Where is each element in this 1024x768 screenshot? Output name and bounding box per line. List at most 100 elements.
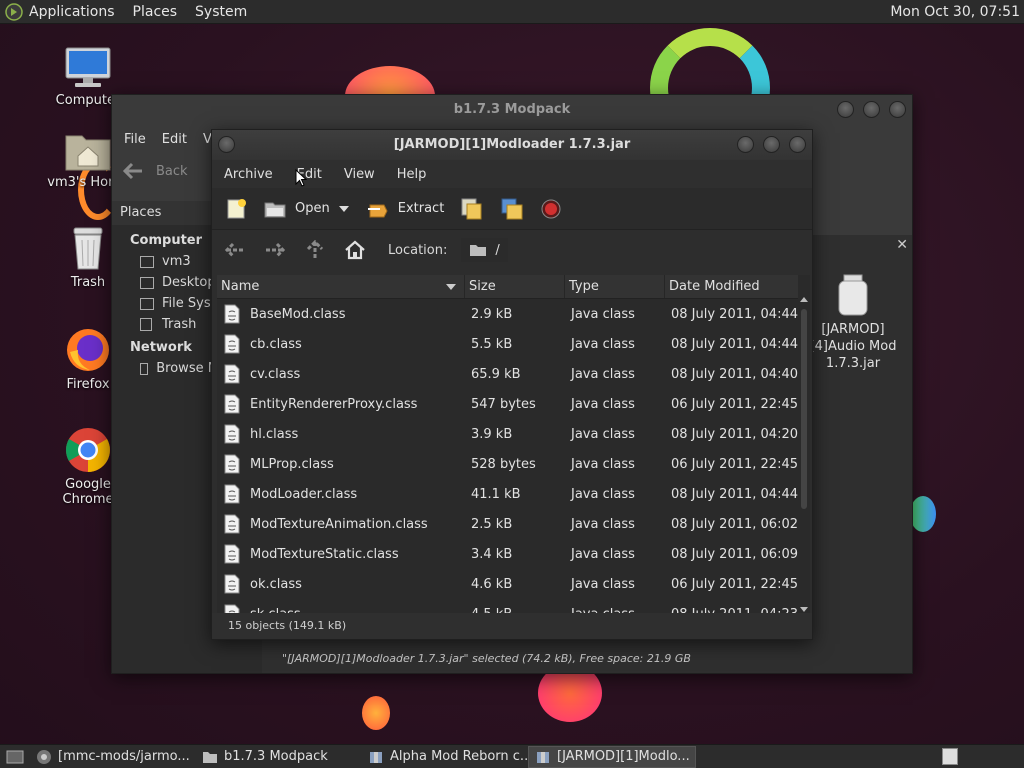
table-row[interactable]: ModTextureStatic.class 3.4 kB Java class 08… [217,539,803,569]
menu-places[interactable]: Places [124,0,187,24]
task-label: b1.7.3 Modpack [224,749,328,764]
file-date-cell: 06 July 2011, 22:45 [671,456,798,472]
location-label: Location: [388,242,448,258]
open-dropdown-button[interactable] [333,192,355,226]
table-row[interactable]: ModLoader.class 41.1 kB Java class 08 July … [217,479,803,509]
archive-toolbar: Open Extract [212,188,812,230]
table-row[interactable]: ok.class 4.6 kB Java class 06 July 2011, 22… [217,569,803,599]
file-type-cell: Java class [571,396,635,412]
home-icon [345,240,365,260]
file-date-cell: 08 July 2011, 04:20 [671,426,798,442]
menu-archive[interactable]: Archive [216,167,281,182]
file-name: ModTextureStatic.class [250,546,399,562]
clock[interactable]: Mon Oct 30, 07:51 [890,0,1020,24]
maximize-button[interactable] [763,136,780,153]
arrow-left-icon [224,242,244,258]
table-row[interactable]: cb.class 5.5 kB Java class 08 July 2011, 04… [217,329,803,359]
show-desktop-button[interactable] [0,746,30,768]
back-button[interactable]: Back [156,164,188,179]
archive-titlebar[interactable]: [JARMOD][1]Modloader 1.7.3.jar [212,130,812,160]
column-label: Size [469,279,496,294]
close-button[interactable] [889,101,906,118]
location-field[interactable]: / [461,238,508,262]
table-row[interactable]: MLProp.class 528 bytes Java class 06 July 2… [217,449,803,479]
archive-manager-window[interactable]: [JARMOD][1]Modloader 1.7.3.jar Archive E… [211,129,813,640]
file-type-cell: Java class [571,306,635,322]
file-date-cell: 06 July 2011, 22:45 [671,396,798,412]
file-manager-titlebar[interactable]: b1.7.3 Modpack [112,95,912,125]
menu-file[interactable]: File [116,132,154,147]
menu-help[interactable]: Help [389,167,435,182]
column-header-type[interactable]: Type [565,275,665,298]
scroll-down-icon[interactable] [800,607,808,612]
table-row[interactable]: BaseMod.class 2.9 kB Java class 08 July 201… [217,299,803,329]
java-class-file-icon [224,454,240,474]
chevron-down-icon [338,205,349,212]
vertical-scrollbar[interactable] [798,275,810,615]
file-date-cell: 08 July 2011, 04:40 [671,366,798,382]
scrollbar-thumb[interactable] [801,309,807,509]
file-name-cell: ModLoader.class [217,484,465,504]
extract-button[interactable]: Extract [361,192,450,226]
add-files-icon [461,198,482,219]
workspace-switcher[interactable] [942,748,958,765]
file-type-cell: Java class [571,576,635,592]
distro-logo-icon[interactable] [5,2,23,21]
forward-nav-button[interactable] [262,237,288,263]
task-chrome[interactable]: [mmc-mods/jarmo... [30,746,196,768]
menu-view[interactable]: View [336,167,383,182]
java-class-file-icon [224,394,240,414]
file-size-cell: 4.6 kB [471,576,513,592]
menu-applications[interactable]: Applications [27,0,124,24]
minimize-button[interactable] [837,101,854,118]
window-menu-button[interactable] [218,136,235,153]
file-date-cell: 08 July 2011, 04:44 [671,306,798,322]
file-size-cell: 528 bytes [471,456,536,472]
task-archive-alpha[interactable]: Alpha Mod Reborn c... [362,746,528,768]
task-label: [JARMOD][1]Modlo... [557,749,690,764]
java-class-file-icon [224,544,240,564]
add-folder-button[interactable] [495,192,529,226]
task-file-manager[interactable]: b1.7.3 Modpack [196,746,362,768]
location-bar: Location: / [212,230,812,270]
back-nav-button[interactable] [222,237,248,263]
file-date-cell: 08 July 2011, 04:44 [671,486,798,502]
file-name-cell: ok.class [217,574,465,594]
menu-system[interactable]: System [186,0,256,24]
network-icon [140,362,149,375]
wallpaper-blob-teal [910,496,936,532]
table-row[interactable]: cv.class 65.9 kB Java class 08 July 2011, 0… [217,359,803,389]
column-header-name[interactable]: Name [217,275,465,298]
add-files-button[interactable] [455,192,489,226]
sidebar-item-label: vm3 [162,254,191,269]
open-button[interactable]: Open [258,192,335,226]
home-folder-icon [65,135,111,171]
sort-descending-icon [446,284,456,290]
minimize-button[interactable] [737,136,754,153]
file-type-cell: Java class [571,516,635,532]
new-archive-button[interactable] [220,192,252,226]
up-nav-button[interactable] [302,237,328,263]
file-item-audio-mod[interactable]: [JARMOD][4]Audio Mod 1.7.3.jar [808,273,898,372]
tab-close-icon[interactable]: ✕ [896,237,908,253]
scroll-up-icon[interactable] [800,297,808,302]
column-header-size[interactable]: Size [465,275,565,298]
location-value: / [495,242,500,258]
java-class-file-icon [224,514,240,534]
column-header-date[interactable]: Date Modified [665,275,803,298]
task-archive-modloader[interactable]: [JARMOD][1]Modlo... [528,745,696,768]
menu-edit[interactable]: Edit [154,132,195,147]
file-type-cell: Java class [571,456,635,472]
stop-button[interactable] [535,192,567,226]
maximize-button[interactable] [863,101,880,118]
add-folder-icon [501,198,523,219]
archive-icon [370,751,382,763]
close-button[interactable] [789,136,806,153]
table-row[interactable]: EntityRendererProxy.class 547 bytes Java c… [217,389,803,419]
table-row[interactable]: ModTextureAnimation.class 2.5 kB Java clas… [217,509,803,539]
arrow-up-icon [306,240,324,258]
table-row[interactable]: hl.class 3.9 kB Java class 08 July 2011, 04… [217,419,803,449]
home-icon [140,255,154,268]
desktop-icon-label: Google Chrome [62,477,114,507]
home-nav-button[interactable] [342,237,368,263]
